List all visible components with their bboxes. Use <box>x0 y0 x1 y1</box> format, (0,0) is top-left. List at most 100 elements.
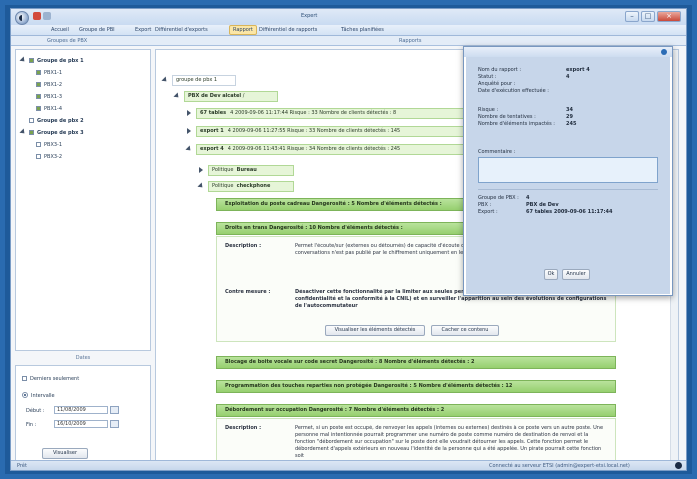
dates-panel: Derniers seulement Intervalle Début : 11… <box>15 365 151 467</box>
group-root-node[interactable]: groupe de pbx 1 <box>172 75 236 86</box>
tree-item-3[interactable]: PBX1-3 <box>36 94 62 100</box>
menu-bar: Accueil Groupe de PBI Export Différentiel d… <box>11 25 686 36</box>
hide-content-button[interactable]: Cacher ce contenu <box>431 325 499 336</box>
tree-checkbox[interactable] <box>36 70 41 75</box>
pbx-groups-header: Groupes de PBX <box>47 38 88 44</box>
dialog-divider <box>478 189 658 190</box>
tree-item-label: PBX3-2 <box>44 154 63 160</box>
dialog-field-label: Statut : <box>478 74 497 80</box>
dialog-info-value: 67 tables 2009-09-06 11:17:44 <box>526 209 613 215</box>
pbx-node-toggle[interactable] <box>173 92 183 100</box>
description-text-2: Permet, si un poste est occupé, de renvo… <box>295 425 604 459</box>
pbx-node[interactable]: PBX de Dev alcatel / <box>184 91 278 102</box>
tree-item-1[interactable]: PBX1-1 <box>36 70 62 76</box>
menu-item-4[interactable]: Rapport <box>229 25 257 35</box>
from-date-field[interactable]: 11/08/2009 <box>54 406 108 414</box>
menu-item-5[interactable]: Différentiel de rapports <box>259 27 317 33</box>
dialog-field-label: Nombre d'éléments impactés : <box>478 121 555 127</box>
app-orb-button[interactable] <box>15 11 29 25</box>
application-window: Expert – □ × Accueil Groupe de PBI Export D… <box>10 8 687 471</box>
report-row-0[interactable]: 67 tables 4 2009-09-06 11:17:44 Risque : … <box>196 108 492 119</box>
maximize-button[interactable]: □ <box>641 11 655 22</box>
report-row-toggle[interactable] <box>186 110 195 117</box>
tree-checkbox[interactable] <box>36 142 41 147</box>
tree-item-label: Groupe de pbx 2 <box>37 118 84 124</box>
group-root-toggle[interactable] <box>161 76 171 84</box>
title-bar: Expert – □ × <box>11 9 686 25</box>
from-label: Début : <box>26 408 45 414</box>
to-calendar-icon[interactable] <box>110 420 119 428</box>
ok-button[interactable]: Ok <box>544 269 558 280</box>
finding-2[interactable]: Blocage de boite vocale sur code secret … <box>216 356 616 369</box>
menu-item-3[interactable]: Différentiel d'exports <box>155 27 208 33</box>
tree-item-label: PBX1-2 <box>44 82 63 88</box>
reports-header: Rapports <box>399 38 422 44</box>
report-details-dialog: Commentaire : Ok Annuler Nom du rapport … <box>463 46 673 296</box>
dialog-field-value: 4 <box>566 74 570 80</box>
menu-item-0[interactable]: Accueil <box>51 27 69 33</box>
menu-item-1[interactable]: Groupe de PBI <box>79 27 115 33</box>
tree-checkbox[interactable] <box>29 58 34 63</box>
report-row-2[interactable]: export 44 2009-09-06 11:43:41 Risque : 3… <box>196 144 492 155</box>
option-today[interactable]: Derniers seulement <box>22 376 79 382</box>
finding-4[interactable]: Débordement sur occupation Dangerosité :… <box>216 404 616 417</box>
report-row-toggle[interactable] <box>186 128 195 135</box>
dialog-title-bar <box>464 47 672 57</box>
dialog-field-label: Nom du rapport : <box>478 67 522 73</box>
politique-1-toggle[interactable] <box>198 167 207 174</box>
finding-3[interactable]: Programmation des touches reparties non … <box>216 380 616 393</box>
tree-checkbox[interactable] <box>36 106 41 111</box>
quick-save-icon[interactable] <box>33 12 41 20</box>
tree-item-0[interactable]: Groupe de pbx 1 <box>19 56 84 64</box>
close-button[interactable]: × <box>657 11 681 22</box>
tree-item-7[interactable]: PBX3-1 <box>36 142 62 148</box>
view-button[interactable]: Visualiser <box>42 448 88 459</box>
contre-mesure-label: Contre mesure : <box>225 289 271 295</box>
tree-checkbox[interactable] <box>36 94 41 99</box>
tree-item-8[interactable]: PBX3-2 <box>36 154 62 160</box>
tree-checkbox[interactable] <box>36 82 41 87</box>
minimize-button[interactable]: – <box>625 11 639 22</box>
tree-item-5[interactable]: Groupe de pbx 2 <box>20 118 84 124</box>
quick-dropdown-icon[interactable] <box>43 12 51 20</box>
dialog-info-value: 4 <box>526 195 530 201</box>
tree-checkbox[interactable] <box>29 118 34 123</box>
dates-header: Dates <box>75 355 91 361</box>
comment-label: Commentaire : <box>478 149 516 155</box>
view-detected-button[interactable]: Visualiser les éléments détectés <box>325 325 425 336</box>
menu-item-6[interactable]: Tâches planifiées <box>341 27 384 33</box>
tree-item-label: PBX1-3 <box>44 94 63 100</box>
tree-item-label: PBX1-4 <box>44 106 63 112</box>
to-date-field[interactable]: 16/10/2009 <box>54 420 108 428</box>
status-bar: Prêt Connecté au serveur ETSI (admin@exp… <box>11 460 686 470</box>
politique-1-node[interactable]: Politique Bureau <box>208 165 294 176</box>
dialog-field-label: Nombre de tentatives : <box>478 114 536 120</box>
to-label: Fin : <box>26 422 37 428</box>
tree-checkbox[interactable] <box>36 154 41 159</box>
dialog-body: Commentaire : Ok Annuler Nom du rapport … <box>466 57 670 294</box>
description-label: Description : <box>225 243 262 249</box>
from-calendar-icon[interactable] <box>110 406 119 414</box>
tree-item-6[interactable]: Groupe de pbx 3 <box>19 128 84 136</box>
tree-item-label: PBX3-1 <box>44 142 63 148</box>
report-row-toggle[interactable] <box>185 145 195 153</box>
dialog-field-value: export 4 <box>566 67 590 73</box>
comment-field[interactable] <box>478 157 658 183</box>
option-interval-radio[interactable] <box>22 392 28 398</box>
dialog-status-icon <box>661 49 667 55</box>
option-today-checkbox[interactable] <box>22 376 27 381</box>
menu-item-2[interactable]: Export <box>135 27 151 33</box>
tree-checkbox[interactable] <box>29 130 34 135</box>
connection-icon <box>675 462 682 469</box>
politique-2-node[interactable]: Politique checkphone <box>208 181 294 192</box>
status-left: Prêt <box>17 463 27 469</box>
politique-2-toggle[interactable] <box>197 182 207 190</box>
tree-item-4[interactable]: PBX1-4 <box>36 106 62 112</box>
expand-icon[interactable] <box>19 128 27 136</box>
expand-icon[interactable] <box>19 56 27 64</box>
tree-item-2[interactable]: PBX1-2 <box>36 82 62 88</box>
cancel-button[interactable]: Annuler <box>562 269 590 280</box>
report-row-1[interactable]: export 14 2009-09-06 11:27:55 Risque : 3… <box>196 126 492 137</box>
option-interval[interactable]: Intervalle <box>22 392 55 399</box>
section-headers: Groupes de PBX Rapports <box>11 36 686 46</box>
